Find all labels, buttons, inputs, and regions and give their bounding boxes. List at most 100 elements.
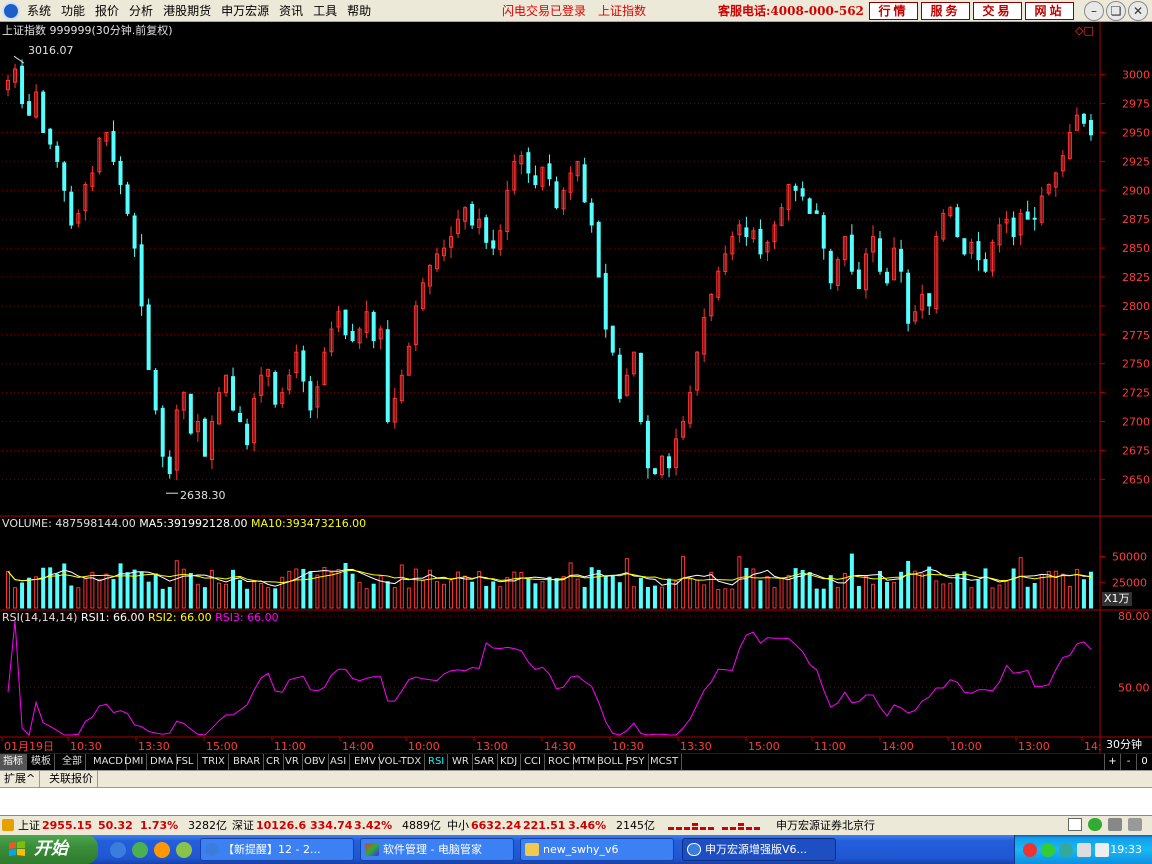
volume-bar [118, 563, 123, 609]
close-icon[interactable]: ✕ [1128, 1, 1148, 21]
chart-corner-icon[interactable]: ◇□ [1075, 24, 1094, 38]
volume-icon[interactable] [1095, 843, 1109, 857]
volume-bar [533, 583, 538, 609]
volume-bar [716, 588, 721, 609]
quote-button[interactable]: 行情 [869, 2, 918, 20]
browser-icon[interactable] [132, 842, 148, 858]
zoom-controls: + -0 [1104, 754, 1152, 770]
tray-security-icon[interactable] [1023, 843, 1037, 857]
candle-body [800, 188, 805, 197]
login-status[interactable]: 闪电交易已登录 [502, 0, 586, 22]
service-button[interactable]: 服务 [921, 2, 970, 20]
tab-related-quote[interactable]: 关联报价 [45, 771, 98, 787]
volume-unit: X1万 [1102, 592, 1132, 606]
indicator-tab-boll[interactable]: BOLL [594, 754, 627, 770]
candle-body [878, 238, 882, 272]
time-tick-label: 10:00 [950, 740, 982, 753]
rsi-tick-label: 80.00 [1118, 610, 1150, 623]
indicator-tab-rsi[interactable]: RSI [425, 754, 449, 770]
volume-bar [913, 570, 918, 609]
zoom-out-button[interactable]: - [1120, 754, 1136, 770]
indicator-tab-psy[interactable]: PSY [623, 754, 649, 770]
kline-chart[interactable]: 3000 2975 2950 2925 2900 2875 2850 2825 2800 2775… [0, 22, 1152, 753]
volume-bar [498, 586, 503, 609]
volume-bar [470, 581, 475, 609]
candle-body [652, 468, 657, 475]
network-icon[interactable] [1088, 818, 1102, 831]
restore-icon[interactable]: ❏ [1106, 1, 1126, 21]
sh-amount: 3282亿 [188, 819, 227, 832]
start-label: 开始 [34, 839, 68, 859]
price-tick-label: 2725 [1122, 387, 1150, 400]
indicator-tab-wr[interactable]: WR [449, 754, 473, 770]
indicator-tab-voltdx[interactable]: VOL-TDX [375, 754, 426, 770]
tray-network-icon[interactable] [1077, 843, 1091, 857]
low-label: 2638.30 [180, 489, 226, 502]
volume-bar [83, 578, 88, 609]
menu-tools[interactable]: 工具 [308, 0, 342, 22]
period-label[interactable]: 30分钟 [1106, 738, 1142, 752]
trade-button[interactable]: 交易 [973, 2, 1022, 20]
settings-icon[interactable] [1128, 818, 1142, 831]
app-logo-icon [2, 2, 20, 20]
zx-pct: 3.46% [568, 819, 607, 832]
menu-help[interactable]: 帮助 [342, 0, 376, 22]
price-tick-label: 2925 [1122, 155, 1150, 168]
sh-label: 上证 [18, 819, 40, 832]
task-software-manager[interactable]: 软件管理 - 电脑管家 [360, 838, 514, 861]
indicator-tab-sar[interactable]: SAR [471, 754, 499, 770]
volume-bar [181, 568, 186, 609]
indicator-tab-cr[interactable]: CR [263, 754, 284, 770]
indicator-tab-trix[interactable]: TRIX [199, 754, 229, 770]
menu-analysis[interactable]: 分析 [124, 0, 158, 22]
indicator-tab-[interactable]: 指标 [0, 754, 27, 770]
task-swhy-app[interactable]: 申万宏源增强版V6... [682, 838, 836, 861]
menu-hk-futures[interactable]: 港股期货 [158, 0, 216, 22]
time-tick-label: 13:30 [680, 740, 712, 753]
indicator-tab-mcst[interactable]: MCST [647, 754, 683, 770]
minimize-icon[interactable]: – [1084, 1, 1104, 21]
chart-area: 3000 2975 2950 2925 2900 2875 2850 2825 2800 2775… [0, 22, 1152, 753]
indicator-tab-[interactable]: 模板 [28, 754, 55, 770]
indicator-tab-asi[interactable]: ASI [327, 754, 351, 770]
ie-icon[interactable] [110, 842, 126, 858]
indicator-tab-fsl[interactable]: FSL [173, 754, 198, 770]
zoom-in-button[interactable]: + [1104, 754, 1120, 770]
indicator-tab-[interactable]: 全部 [59, 754, 86, 770]
volume-bar [568, 562, 573, 609]
tray-player-icon[interactable] [1041, 843, 1055, 857]
menu-news[interactable]: 资讯 [274, 0, 308, 22]
taskbar: 开始 【新提醒】12 - 2... 软件管理 - 电脑管家 new_swhy_v… [0, 835, 1152, 864]
indicator-tab-brar[interactable]: BRAR [230, 754, 265, 770]
task-reminder[interactable]: 【新提醒】12 - 2... [200, 838, 354, 861]
keyboard-icon[interactable] [1068, 818, 1082, 831]
indicator-tab-dmi[interactable]: DMI [121, 754, 148, 770]
volume-bar [927, 566, 932, 609]
volume-bar [624, 558, 629, 609]
volume-bar [329, 572, 334, 609]
indicator-tab-obv[interactable]: OBV [301, 754, 330, 770]
indicator-tab-vr[interactable]: VR [282, 754, 303, 770]
zoom-reset-button[interactable]: 0 [1136, 754, 1152, 770]
tab-expand[interactable]: 扩展^ [0, 771, 41, 787]
lock-icon[interactable] [1108, 818, 1122, 831]
explorer-icon[interactable] [154, 842, 170, 858]
menu-system[interactable]: 系统 [22, 0, 56, 22]
indicator-tab-kdj[interactable]: KDJ [497, 754, 522, 770]
candle-body [55, 145, 60, 162]
tray-green-icon[interactable] [1059, 843, 1073, 857]
menu-swhy[interactable]: 申万宏源 [216, 0, 274, 22]
website-button[interactable]: 网站 [1025, 2, 1074, 20]
indicator-tab-cci[interactable]: CCI [521, 754, 545, 770]
volume-bar [554, 578, 559, 609]
menu-quote[interactable]: 报价 [90, 0, 124, 22]
media-icon[interactable] [176, 842, 192, 858]
start-button[interactable]: 开始 [0, 835, 98, 864]
volume-bar [280, 576, 285, 609]
volume-bar [13, 587, 18, 609]
candle-body [308, 381, 313, 411]
menu-function[interactable]: 功能 [56, 0, 90, 22]
task-folder[interactable]: new_swhy_v6 [520, 838, 674, 861]
current-index[interactable]: 上证指数 [598, 0, 646, 22]
time-tick-label: 14:00 [342, 740, 374, 753]
